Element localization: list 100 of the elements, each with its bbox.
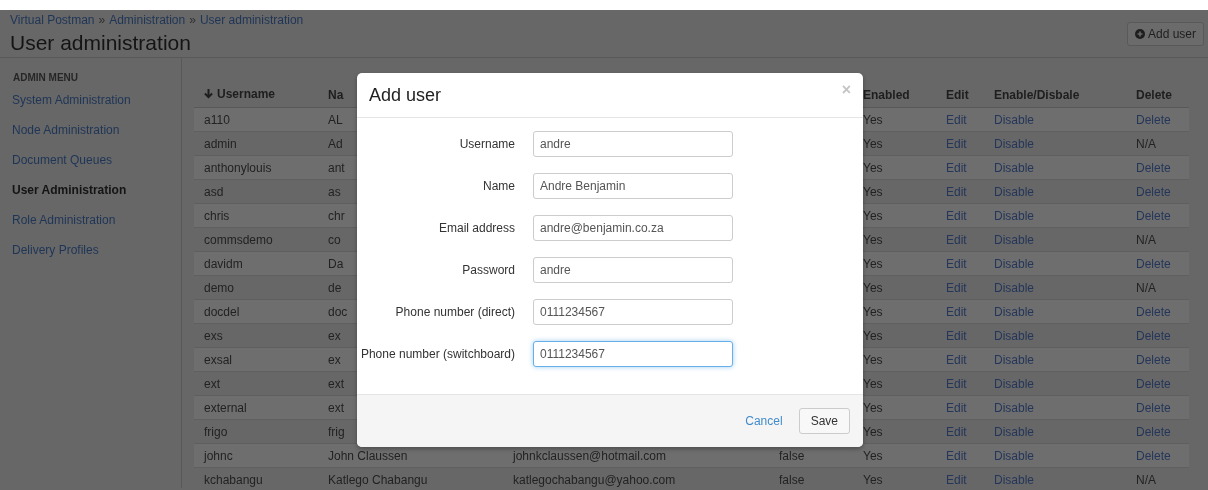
column-header[interactable]: Delete <box>1136 87 1173 102</box>
input-field[interactable]: andre <box>533 131 733 157</box>
disable-link[interactable]: Disable <box>994 400 1035 415</box>
delete-link[interactable]: Delete <box>1136 352 1171 367</box>
table-cell: commsdemo <box>204 232 273 247</box>
edit-link[interactable]: Edit <box>946 304 967 319</box>
close-button[interactable]: × <box>841 81 851 99</box>
delete-link[interactable]: Delete <box>1136 328 1171 343</box>
sidebar-item[interactable]: Document Queues <box>12 152 113 168</box>
delete-link[interactable]: Delete <box>1136 424 1171 439</box>
edit-link[interactable]: Edit <box>946 256 967 271</box>
input-field[interactable]: 0111234567 <box>533 299 733 325</box>
add-user-button[interactable]: Add user <box>1126 22 1204 46</box>
table-cell: docdel <box>204 304 240 319</box>
input-field[interactable]: Andre Benjamin <box>533 173 733 199</box>
table-cell: frig <box>328 424 345 439</box>
sidebar-heading: ADMIN MENU <box>13 72 78 84</box>
delete-link[interactable]: Delete <box>1136 400 1171 415</box>
input-field[interactable]: andre <box>533 257 733 283</box>
table-cell: Yes <box>863 448 883 463</box>
breadcrumb-link[interactable]: User administration <box>199 13 304 27</box>
edit-link[interactable]: Edit <box>946 400 967 415</box>
delete-link[interactable]: Delete <box>1136 376 1171 391</box>
delete-link[interactable]: Delete <box>1136 184 1171 199</box>
input-field[interactable]: 0111234567 <box>533 341 733 367</box>
table-cell: Yes <box>863 472 883 487</box>
disable-link[interactable]: Disable <box>994 424 1035 439</box>
save-button[interactable]: Save <box>798 408 850 434</box>
disable-link[interactable]: Disable <box>994 256 1035 271</box>
edit-link[interactable]: Edit <box>946 472 967 487</box>
disable-link[interactable]: Disable <box>994 304 1035 319</box>
table-cell: ext <box>328 400 344 415</box>
disable-link[interactable]: Disable <box>994 184 1035 199</box>
delete-link[interactable]: Delete <box>1136 160 1171 175</box>
sidebar-item[interactable]: Node Administration <box>12 122 120 138</box>
edit-link[interactable]: Edit <box>946 352 967 367</box>
edit-link[interactable]: Edit <box>946 136 967 151</box>
breadcrumb-link[interactable]: Virtual Postman <box>10 13 95 27</box>
table-cell: N/A <box>1136 280 1156 295</box>
edit-link[interactable]: Edit <box>946 328 967 343</box>
field-label: Password <box>461 262 515 279</box>
disable-link[interactable]: Disable <box>994 280 1035 295</box>
table-cell: ex <box>328 352 341 367</box>
table-cell: Ad <box>328 136 343 151</box>
table-cell: Katlego Chabangu <box>328 472 428 487</box>
disable-link[interactable]: Disable <box>994 328 1035 343</box>
table-cell: demo <box>204 280 235 295</box>
field-label: Phone number (direct) <box>394 304 515 321</box>
table-cell: de <box>328 280 342 295</box>
table-cell: Yes <box>863 328 883 343</box>
column-header[interactable]: Username <box>204 86 276 101</box>
column-header[interactable]: Edit <box>946 87 969 102</box>
delete-link[interactable]: Delete <box>1136 208 1171 223</box>
input-field[interactable]: andre@benjamin.co.za <box>533 215 733 241</box>
edit-link[interactable]: Edit <box>946 448 967 463</box>
table-cell: Yes <box>863 352 883 367</box>
table-cell: ex <box>328 328 341 343</box>
edit-link[interactable]: Edit <box>946 280 967 295</box>
disable-link[interactable]: Disable <box>994 448 1035 463</box>
edit-link[interactable]: Edit <box>946 424 967 439</box>
delete-link[interactable]: Delete <box>1136 448 1171 463</box>
page-title: User administration <box>10 31 192 55</box>
table-cell: anthonylouis <box>204 160 272 175</box>
disable-link[interactable]: Disable <box>994 472 1035 487</box>
table-cell: doc <box>328 304 348 319</box>
disable-link[interactable]: Disable <box>994 232 1035 247</box>
table-cell: johnc <box>204 448 233 463</box>
table-cell: frigo <box>204 424 228 439</box>
field-label: Username <box>458 136 515 153</box>
edit-link[interactable]: Edit <box>946 208 967 223</box>
disable-link[interactable]: Disable <box>994 376 1035 391</box>
table-cell: Yes <box>863 424 883 439</box>
plus-circle-icon <box>1134 29 1145 39</box>
sidebar-item[interactable]: Role Administration <box>12 212 116 228</box>
delete-link[interactable]: Delete <box>1136 112 1171 127</box>
table-cell: Yes <box>863 376 883 391</box>
edit-link[interactable]: Edit <box>946 232 967 247</box>
table-cell: Yes <box>863 112 883 127</box>
table-cell: Da <box>328 256 344 271</box>
edit-link[interactable]: Edit <box>946 376 967 391</box>
sidebar-item[interactable]: User Administration <box>12 182 127 198</box>
table-cell: ext <box>328 376 344 391</box>
cancel-link[interactable]: Cancel <box>745 414 783 428</box>
column-header[interactable]: Na <box>328 87 344 102</box>
breadcrumb-link[interactable]: Administration <box>109 13 186 27</box>
sidebar-item[interactable]: System Administration <box>12 92 131 108</box>
disable-link[interactable]: Disable <box>994 160 1035 175</box>
sidebar-item[interactable]: Delivery Profiles <box>12 242 99 258</box>
disable-link[interactable]: Disable <box>994 112 1035 127</box>
delete-link[interactable]: Delete <box>1136 256 1171 271</box>
column-header[interactable]: Enabled <box>863 87 910 102</box>
edit-link[interactable]: Edit <box>946 184 967 199</box>
edit-link[interactable]: Edit <box>946 112 967 127</box>
disable-link[interactable]: Disable <box>994 136 1035 151</box>
disable-link[interactable]: Disable <box>994 352 1035 367</box>
table-cell: ext <box>204 376 220 391</box>
column-header[interactable]: Enable/Disbale <box>994 87 1080 102</box>
delete-link[interactable]: Delete <box>1136 304 1171 319</box>
disable-link[interactable]: Disable <box>994 208 1035 223</box>
edit-link[interactable]: Edit <box>946 160 967 175</box>
